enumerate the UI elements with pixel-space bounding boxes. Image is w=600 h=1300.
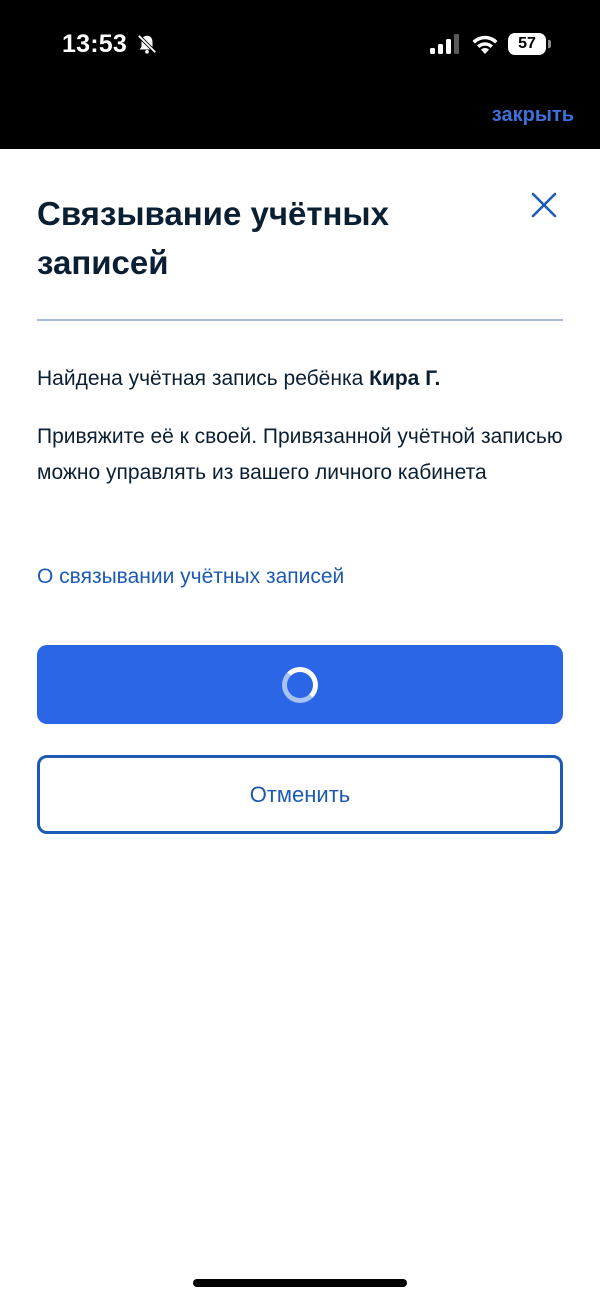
- found-account-text: Найдена учётная запись ребёнка Кира Г.: [37, 365, 563, 393]
- dialog-sheet: Связывание учётных записей Найдена учётн…: [0, 149, 600, 1300]
- bell-off-icon: [137, 34, 157, 54]
- status-bar: 13:53 57 закрыть: [0, 0, 600, 126]
- link-accounts-button[interactable]: [37, 645, 563, 724]
- divider: [37, 319, 563, 321]
- status-time: 13:53: [62, 30, 127, 58]
- about-linking-link[interactable]: О связывании учётных записей: [37, 565, 344, 589]
- description-text: Привяжите её к своей. Привязанной учётно…: [37, 425, 563, 484]
- battery-level: 57: [508, 33, 546, 55]
- cancel-button[interactable]: Отменить: [37, 755, 563, 834]
- top-close-link[interactable]: закрыть: [492, 104, 574, 127]
- child-name: Кира Г.: [369, 367, 441, 390]
- page-title: Связывание учётных записей: [37, 195, 389, 281]
- wifi-icon: [472, 35, 498, 54]
- found-account-prefix: Найдена учётная запись ребёнка: [37, 367, 370, 390]
- signal-icon: [430, 34, 459, 54]
- close-icon[interactable]: [528, 189, 560, 221]
- loading-spinner-icon: [282, 666, 318, 703]
- battery-icon: 57: [508, 33, 552, 55]
- home-indicator: [193, 1279, 407, 1287]
